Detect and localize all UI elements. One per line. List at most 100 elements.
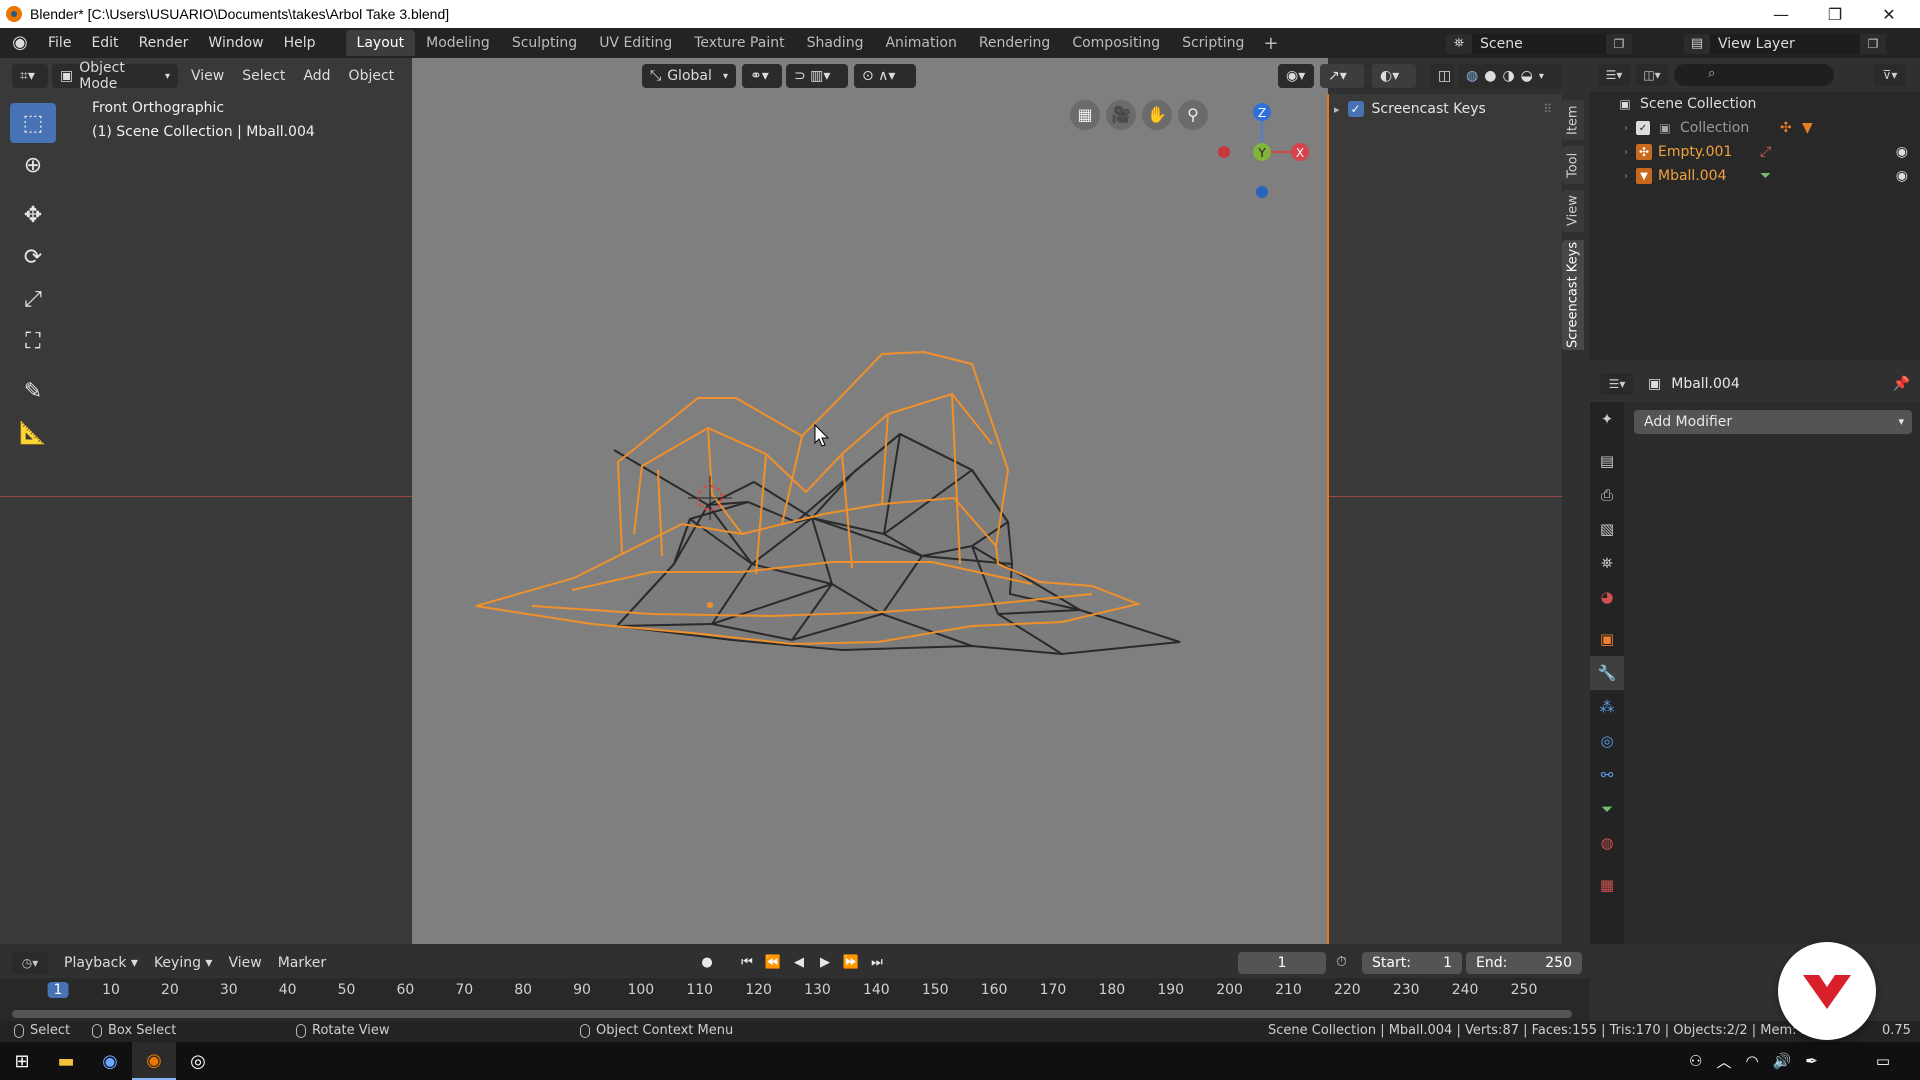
browser-icon[interactable]: ◉ <box>88 1042 132 1080</box>
maximize-button[interactable]: ❐ <box>1808 0 1862 28</box>
timeline-editor-type-icon[interactable]: ◷▾ <box>12 952 48 974</box>
workspace-tab-uv-editing[interactable]: UV Editing <box>588 30 683 56</box>
measure-tool-icon[interactable]: 📐 <box>10 413 56 453</box>
timeline-ruler[interactable]: 1 10 20 30 40 50 60 70 80 90 100 110 120 130 140 150 160… <box>0 978 1590 1004</box>
timeline-menu-keying[interactable]: Keying ▾ <box>146 955 221 971</box>
tab-view[interactable]: View <box>1562 190 1584 232</box>
visibility-icon[interactable]: ◉▾ <box>1278 64 1314 88</box>
blender-logo-icon[interactable]: ◉ <box>10 33 30 53</box>
expand-icon[interactable]: › <box>1624 171 1636 182</box>
display-mode-icon[interactable]: ◫▾ <box>1636 64 1668 86</box>
axis-orientation-gizmo[interactable]: Z X Y <box>1200 100 1320 210</box>
scene-name-field[interactable]: Scene <box>1472 34 1606 54</box>
output-properties-icon[interactable]: ⎙ <box>1590 478 1624 512</box>
windows-start-icon[interactable]: ⊞ <box>0 1042 44 1080</box>
workspace-tab-compositing[interactable]: Compositing <box>1061 30 1171 56</box>
timeline-menu-view[interactable]: View <box>220 955 269 971</box>
xray-toggle-icon[interactable]: ◫ <box>1430 64 1454 88</box>
jump-start-icon[interactable]: ⏮ <box>736 952 758 974</box>
start-frame-field[interactable]: Start: 1 <box>1362 952 1462 974</box>
texture-properties-icon[interactable]: ▦ <box>1590 868 1624 902</box>
outliner-search-input[interactable] <box>1674 64 1834 86</box>
world-properties-icon[interactable]: ◕ <box>1590 580 1624 614</box>
expand-icon[interactable]: › <box>1624 147 1636 158</box>
mode-selector[interactable]: ▣ Object Mode ▾ <box>52 60 178 92</box>
workspace-tab-scripting[interactable]: Scripting <box>1171 30 1255 56</box>
transform-tool-icon[interactable]: ⛶ <box>10 321 56 361</box>
select-box-tool-icon[interactable]: ⬚ <box>10 103 56 143</box>
viewport-menu-select[interactable]: Select <box>233 68 294 84</box>
data-properties-icon[interactable]: ⏷ <box>1590 792 1624 826</box>
scale-tool-icon[interactable]: ⤢ <box>10 279 56 319</box>
eye-icon[interactable]: ◉ <box>1896 144 1908 160</box>
workspace-tab-shading[interactable]: Shading <box>796 30 875 56</box>
outliner-row[interactable]: › ✣ Empty.001 ⤢ ◉ <box>1590 140 1920 164</box>
neg-x-axis-icon[interactable] <box>1218 146 1230 158</box>
drag-handle-icon[interactable]: ⠿ <box>1543 102 1552 116</box>
tool-settings-icon[interactable]: ✦ <box>1590 402 1624 436</box>
rotate-tool-icon[interactable]: ⟳ <box>10 237 56 277</box>
outliner-editor-type-icon[interactable]: ☰▾ <box>1598 64 1630 86</box>
expand-icon[interactable]: › <box>1624 123 1636 134</box>
physics-properties-icon[interactable]: ◎ <box>1590 724 1624 758</box>
material-properties-icon[interactable]: ◍ <box>1590 826 1624 860</box>
eye-icon[interactable]: ◉ <box>1896 168 1908 184</box>
exclude-checkbox-icon[interactable]: ✓ <box>1636 121 1650 135</box>
pivot-point-icon[interactable]: ⚭▾ <box>742 64 782 88</box>
new-scene-icon[interactable]: ❐ <box>1606 34 1632 54</box>
annotate-tool-icon[interactable]: ✎ <box>10 371 56 411</box>
chevron-down-icon[interactable]: ▾ <box>1539 71 1544 82</box>
menu-file[interactable]: File <box>38 35 81 51</box>
notification-icon[interactable]: ▭ <box>1876 1052 1890 1070</box>
menu-help[interactable]: Help <box>274 35 326 51</box>
workspace-tab-animation[interactable]: Animation <box>874 30 967 56</box>
move-tool-icon[interactable]: ✥ <box>10 195 56 235</box>
view-layer-icon[interactable]: ▤ <box>1684 34 1710 54</box>
properties-editor-type-icon[interactable]: ☰▾ <box>1600 373 1634 395</box>
snap-icon[interactable]: ⊃ ▥▾ <box>786 64 848 88</box>
panel-expand-icon[interactable]: ▸ <box>1334 103 1340 116</box>
tab-item[interactable]: Item <box>1562 100 1584 140</box>
file-explorer-icon[interactable]: ▬ <box>44 1042 88 1080</box>
view-layer-name-field[interactable]: View Layer <box>1710 34 1860 54</box>
scene-properties-icon[interactable]: ⛯ <box>1590 546 1624 580</box>
timeline-menu-marker[interactable]: Marker <box>270 955 334 971</box>
workspace-tab-rendering[interactable]: Rendering <box>968 30 1062 56</box>
next-keyframe-icon[interactable]: ⏩ <box>840 952 862 974</box>
transform-orientation-dropdown[interactable]: ⤡ Global ▾ <box>642 64 736 88</box>
minimize-button[interactable]: — <box>1754 0 1808 28</box>
modifier-properties-icon[interactable]: 🔧 <box>1590 656 1624 690</box>
play-icon[interactable]: ▶ <box>814 952 836 974</box>
show-hidden-icons[interactable]: ︿ <box>1716 1051 1731 1072</box>
cursor-tool-icon[interactable]: ⊕ <box>10 145 56 185</box>
render-properties-icon[interactable]: ▤ <box>1590 444 1624 478</box>
menu-render[interactable]: Render <box>129 35 199 51</box>
rendered-shading-icon[interactable]: ◒ <box>1521 68 1533 84</box>
outliner-row[interactable]: › ✓ ▣ Collection ✣ ▼ <box>1590 116 1920 140</box>
jump-end-icon[interactable]: ⏭ <box>866 952 888 974</box>
gizmo-toggle-icon[interactable]: ↗▾ <box>1320 64 1364 88</box>
add-workspace-button[interactable]: + <box>1255 33 1286 54</box>
outliner-row[interactable]: › ▼ Mball.004 ⏷ ◉ <box>1590 164 1920 188</box>
current-frame-field[interactable]: 1 <box>1238 952 1326 974</box>
particles-properties-icon[interactable]: ⁂ <box>1590 690 1624 724</box>
material-shading-icon[interactable]: ◑ <box>1502 68 1514 84</box>
timeline-scrollbar[interactable] <box>12 1010 1572 1018</box>
menu-edit[interactable]: Edit <box>81 35 128 51</box>
workspace-tab-sculpting[interactable]: Sculpting <box>501 30 588 56</box>
workspace-tab-texture-paint[interactable]: Texture Paint <box>683 30 795 56</box>
prev-keyframe-icon[interactable]: ⏪ <box>762 952 784 974</box>
screencast-keys-checkbox[interactable]: ✓ <box>1347 101 1364 117</box>
viewport-menu-add[interactable]: Add <box>294 68 339 84</box>
workspace-tab-modeling[interactable]: Modeling <box>415 30 501 56</box>
new-view-layer-icon[interactable]: ❐ <box>1860 34 1886 54</box>
overlay-toggle-icon[interactable]: ◐▾ <box>1372 64 1416 88</box>
play-reverse-icon[interactable]: ◀ <box>788 952 810 974</box>
close-button[interactable]: ✕ <box>1862 0 1916 28</box>
timeline-menu-playback[interactable]: Playback ▾ <box>56 955 146 971</box>
wireframe-shading-icon[interactable]: ◍ <box>1466 68 1478 84</box>
metaball-wireframe[interactable] <box>412 94 1328 944</box>
blender-taskbar-icon[interactable]: ◉ <box>132 1042 176 1080</box>
pen-icon[interactable]: ✒ <box>1805 1052 1818 1070</box>
outliner-row[interactable]: ▣ Scene Collection <box>1590 92 1920 116</box>
